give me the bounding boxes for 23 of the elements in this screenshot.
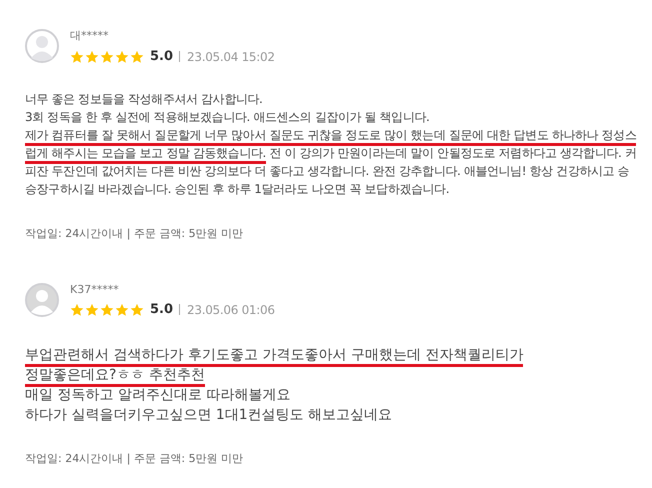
review-text: 하다가 실력을더키우고싶으면 1대1컨설팅도 해보고싶네요	[25, 407, 392, 424]
review-date: 23.05.04 15:02	[187, 50, 275, 64]
review-text: 피잔 두잔인데 값어치는 다른 비싼 강의보다 더 좋다고 생각합니다. 완전 강추합니다. 애블언니님! 항상 건강하시고 승	[25, 164, 630, 179]
review-text: 너무 좋은 정보들을 작성해주셔서 감사합니다.	[25, 92, 262, 107]
avatar-icon	[25, 29, 59, 63]
review-text: 3회 정독을 한 후 실전에 적용해보겠습니다. 애드센스의 길잡이가 될 책입니다.	[25, 110, 430, 125]
divider-bar	[179, 304, 182, 315]
underlined-text: 제가 컴퓨터를 잘 못해서 질문할게 너무 많아서 질문도 귀찮을 정도로 많이 했는데 질문에 대한 답변도 하나하나 정성스	[25, 128, 636, 146]
underlined-text: 정말좋은데요?ㅎㅎ 추천추천	[25, 367, 205, 387]
review-date: 23.05.06 01:06	[187, 302, 275, 316]
avatar-icon	[25, 283, 59, 317]
review-text: 승장구하시길 바라겠습니다. 승인된 후 하루 1달러라도 나오면 꼭 보답하겠습니다.	[25, 182, 450, 197]
review-text: 매일 정독하고 알려주신대로 따라해볼게요	[25, 387, 290, 404]
order-info: 작업일: 24시간이내 | 주문 금액: 5만원 미만	[25, 226, 244, 241]
reviewer-name: 대*****	[70, 28, 110, 43]
order-info: 작업일: 24시간이내 | 주문 금액: 5만원 미만	[25, 451, 244, 466]
underlined-text: 럽게 해주시는 모습을 보고 정말 감동했습니다.	[25, 146, 266, 164]
rating-score: 5.0	[150, 49, 174, 64]
underlined-text: 부업관련해서 검색하다가 후기도좋고 가격도좋아서 구매했는데 전자책퀄리티가	[25, 347, 524, 367]
divider-bar	[179, 51, 182, 62]
reviewer-name: K37*****	[70, 283, 120, 296]
rating-score: 5.0	[150, 302, 174, 317]
review-text: 전 이 강의가 만원이라는데 말이 안될정도로 저렴하다고 생각합니다. 커	[268, 146, 636, 160]
